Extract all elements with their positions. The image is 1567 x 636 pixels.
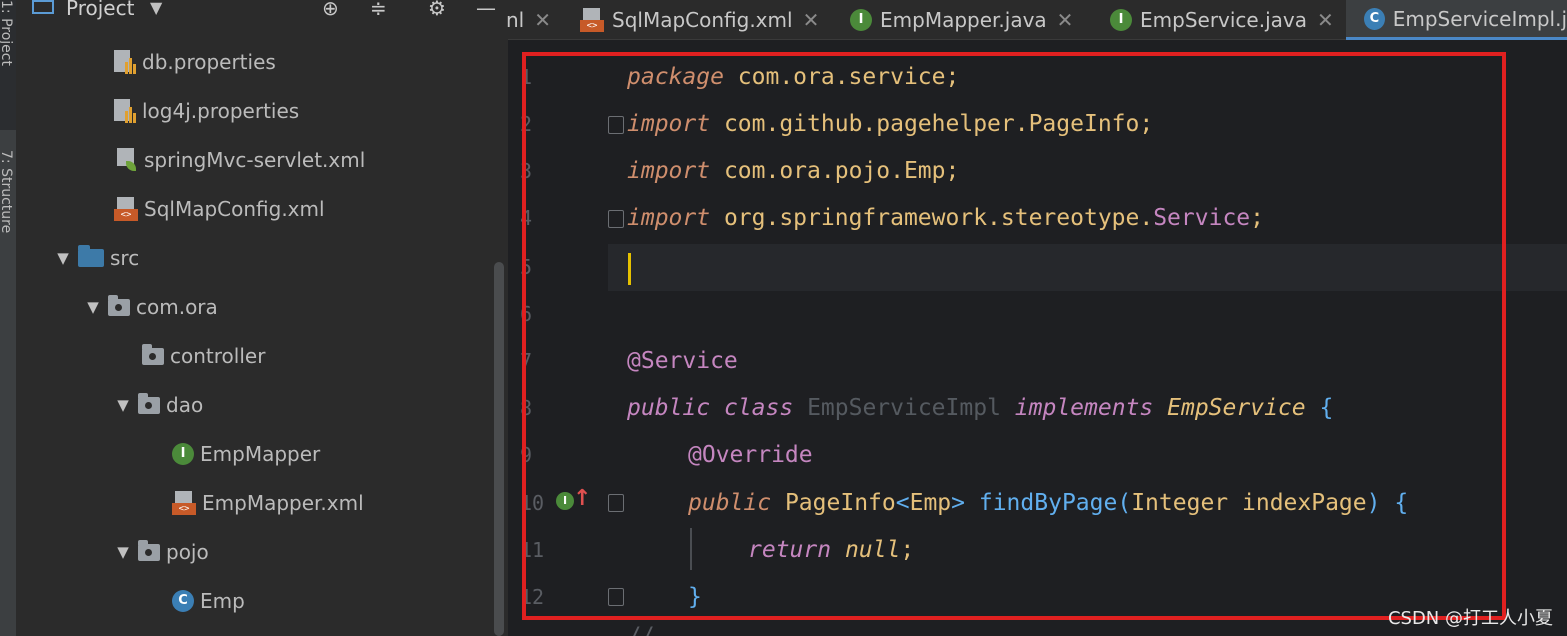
expand-arrow-icon[interactable]: ▼ (114, 543, 132, 561)
tree-item-label: pojo (166, 540, 209, 564)
class-icon: C (1364, 7, 1385, 30)
package-icon (108, 294, 130, 316)
tree-item[interactable]: C Emp (172, 581, 245, 621)
package-icon (138, 539, 160, 561)
project-panel-scrollbar[interactable] (494, 262, 504, 636)
tree-item-label: springMvc-servlet.xml (144, 148, 366, 172)
class-icon: C (172, 590, 194, 612)
tab-label: EmpServiceImpl.j (1392, 6, 1567, 31)
project-tool-tab[interactable]: 1: Project (0, 0, 16, 130)
minimize-icon[interactable]: — (476, 0, 496, 20)
tree-item[interactable]: ▼ pojo (114, 532, 209, 572)
tree-item-label: dao (166, 393, 204, 417)
tree-item[interactable]: springMvc-servlet.xml (114, 140, 365, 180)
structure-tool-tab[interactable]: 7: Structure (0, 150, 16, 290)
tab-label: EmpMapper.java (880, 8, 1047, 32)
tab-empserviceimpl[interactable]: C EmpServiceImpl.j (1346, 0, 1567, 40)
tree-item[interactable]: db.properties (114, 42, 276, 82)
properties-file-icon (114, 99, 136, 123)
project-panel-header: Project ▼ ⊕ ≑ ⚙ — (16, 0, 508, 30)
tree-item-label: log4j.properties (142, 99, 300, 123)
tree-item[interactable]: <> SqlMapConfig.xml (114, 189, 325, 229)
next-line-partial: // ... (628, 624, 707, 636)
red-highlight-annotation (522, 52, 1506, 620)
tree-item[interactable]: ▼ com.ora (84, 287, 218, 327)
spring-xml-icon (114, 148, 138, 172)
tree-item-label: src (110, 246, 140, 270)
package-icon (138, 392, 160, 414)
close-icon[interactable]: ✕ (1057, 8, 1074, 32)
editor-tab-bar: nl ✕ <> SqlMapConfig.xml ✕ I EmpMapper.j… (506, 0, 1567, 40)
source-folder-icon (78, 245, 104, 267)
tab-label: SqlMapConfig.xml (612, 8, 793, 32)
tree-item[interactable]: controller (142, 336, 265, 376)
tree-item-label: com.ora (136, 295, 218, 319)
close-icon[interactable]: ✕ (803, 8, 820, 32)
tab-label: EmpService.java (1140, 8, 1307, 32)
package-icon (142, 343, 164, 365)
tree-item-label: Emp (200, 589, 245, 613)
expand-arrow-icon[interactable]: ▼ (84, 298, 102, 316)
collapse-all-icon[interactable]: ≑ (370, 0, 387, 20)
project-panel-title[interactable]: Project (66, 0, 134, 20)
tab-empmapper[interactable]: I EmpMapper.java ✕ (850, 0, 1073, 40)
watermark: CSDN @打工人小夏 (1387, 608, 1553, 629)
project-panel: Project ▼ ⊕ ≑ ⚙ — db.properties log4j.pr… (16, 0, 508, 636)
tab-partial[interactable]: nl ✕ (506, 0, 551, 40)
project-tool-tab-label: 1: Project (0, 0, 14, 66)
properties-file-icon (114, 50, 136, 74)
project-window-icon (32, 0, 54, 14)
expand-arrow-icon[interactable]: ▼ (114, 396, 132, 414)
locate-icon[interactable]: ⊕ (322, 0, 339, 20)
interface-icon: I (1110, 9, 1132, 31)
close-icon[interactable]: ✕ (1317, 8, 1334, 32)
xml-file-icon: <> (172, 491, 196, 515)
xml-file-icon: <> (114, 197, 138, 221)
tree-item[interactable]: <> EmpMapper.xml (172, 483, 364, 523)
interface-icon: I (172, 443, 194, 465)
tree-item-label: SqlMapConfig.xml (144, 197, 325, 221)
tree-item-label: EmpMapper (200, 442, 321, 466)
gear-icon[interactable]: ⚙ (428, 0, 446, 20)
tree-item-label: EmpMapper.xml (202, 491, 364, 515)
tab-empservice[interactable]: I EmpService.java ✕ (1110, 0, 1334, 40)
tree-item[interactable]: log4j.properties (114, 91, 299, 131)
tree-item[interactable]: ▼ src (54, 238, 139, 278)
tree-item[interactable]: ▼ dao (114, 385, 203, 425)
structure-tool-tab-label: 7: Structure (0, 150, 14, 234)
tab-sqlmapconfig[interactable]: <> SqlMapConfig.xml ✕ (580, 0, 819, 40)
tree-item-label: controller (170, 344, 266, 368)
tab-label: nl (506, 8, 525, 32)
tree-item-label: db.properties (142, 50, 276, 74)
close-icon[interactable]: ✕ (534, 8, 551, 32)
tool-window-strip: 1: Project 7: Structure (0, 0, 16, 636)
chevron-down-icon[interactable]: ▼ (150, 0, 162, 17)
interface-icon: I (850, 9, 872, 31)
tree-item[interactable]: I EmpMapper (172, 434, 320, 474)
xml-file-icon: <> (580, 8, 604, 32)
expand-arrow-icon[interactable]: ▼ (54, 249, 72, 267)
